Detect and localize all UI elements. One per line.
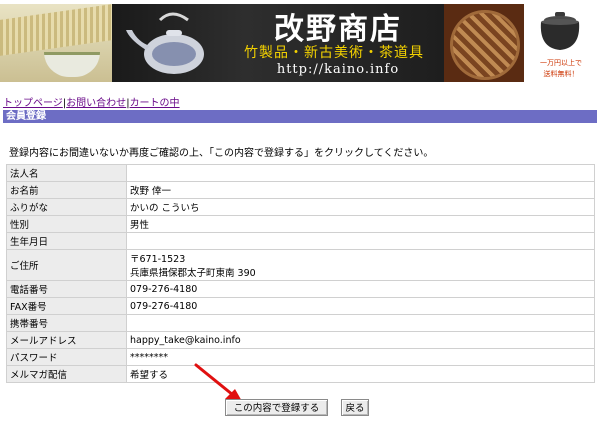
postal-code: 〒671-1523 [130, 254, 186, 265]
row-label: 携帯番号 [6, 314, 127, 332]
free-shipping-note-2: 送料無料！ [543, 70, 579, 78]
row-label: 生年月日 [6, 232, 127, 250]
table-row: メルマガ配信 希望する [6, 365, 595, 383]
table-row: お名前 改野 倖一 [6, 181, 595, 199]
row-label: ふりがな [6, 198, 127, 216]
table-row: パスワード ******** [6, 348, 595, 366]
bamboo-basket-image [444, 4, 524, 82]
row-label: パスワード [6, 348, 127, 366]
table-row: 生年月日 [6, 232, 595, 250]
bamboo-mat-image [0, 4, 112, 82]
row-label: 法人名 [6, 164, 127, 182]
row-label: メールアドレス [6, 331, 127, 349]
confirmation-table: 法人名 お名前 改野 倖一 ふりがな かいの こういち 性別 男性 生年月日 ご住所〒… [6, 164, 595, 383]
row-label: メルマガ配信 [6, 365, 127, 383]
shop-url: http://kaino.info [276, 62, 400, 77]
row-value [126, 164, 595, 182]
site-banner[interactable]: 改野商店 竹製品・新古美術・茶道具 http://kaino.info 一万円以… [0, 0, 600, 86]
row-label: 電話番号 [6, 280, 127, 298]
top-nav: トップページ|お問い合わせ|カートの中 [3, 94, 180, 109]
tea-bowl-shape [44, 52, 100, 77]
row-value: かいの こういち [126, 198, 595, 216]
nav-link-cart[interactable]: カートの中 [130, 98, 180, 109]
row-value: 079-276-4180 [126, 280, 595, 298]
submit-registration-button[interactable]: この内容で登録する [225, 399, 328, 416]
back-button[interactable]: 戻る [341, 399, 369, 416]
table-row: 電話番号 079-276-4180 [6, 280, 595, 298]
row-label: FAX番号 [6, 297, 127, 315]
basket-ring-shape [450, 10, 520, 80]
table-row: ご住所 〒671-1523 兵庫県揖保郡太子町東南 390 [6, 249, 595, 281]
address-value: 〒671-1523 兵庫県揖保郡太子町東南 390 [126, 249, 595, 281]
row-label: 性別 [6, 215, 127, 233]
row-value: 男性 [126, 215, 595, 233]
row-value [126, 314, 595, 332]
shop-subtitle: 竹製品・新古美術・茶道具 [244, 45, 424, 61]
table-row: 携帯番号 [6, 314, 595, 332]
table-row: 性別 男性 [6, 215, 595, 233]
row-value: 079-276-4180 [126, 297, 595, 315]
row-value: 改野 倖一 [126, 181, 595, 199]
table-row: メールアドレス happy_take@kaino.info [6, 331, 595, 349]
table-row: FAX番号 079-276-4180 [6, 297, 595, 315]
iron-kettle-image [540, 12, 580, 50]
row-value: happy_take@kaino.info [126, 331, 595, 349]
row-label: ご住所 [6, 249, 127, 281]
teapot-image [126, 12, 204, 74]
nav-link-contact[interactable]: お問い合わせ [66, 98, 126, 109]
bamboo-mat-shape [0, 4, 112, 56]
row-value [126, 232, 595, 250]
section-title: 会員登録 [3, 110, 597, 123]
address-line: 兵庫県揖保郡太子町東南 390 [130, 268, 256, 279]
button-row: この内容で登録する 戻る [0, 399, 600, 417]
table-row: 法人名 [6, 164, 595, 182]
nav-link-top[interactable]: トップページ [3, 98, 63, 109]
table-row: ふりがな かいの こういち [6, 198, 595, 216]
instruction-text: 登録内容にお間違いないか再度ご確認の上、「この内容で登録する」をクリックしてくだ… [9, 148, 434, 159]
row-label: お名前 [6, 181, 127, 199]
free-shipping-note: 一万円以上で [540, 59, 582, 67]
